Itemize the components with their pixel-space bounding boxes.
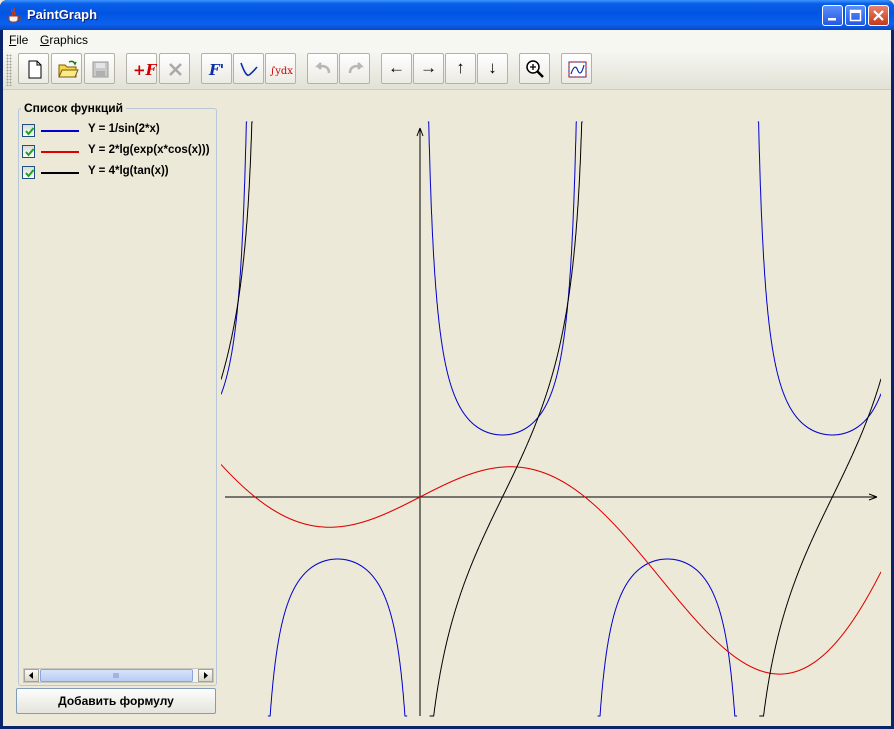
pan-up-button[interactable]: ↑ [445,53,476,84]
delete-x-icon [169,63,182,76]
integral-icon: ∫ydx [270,66,293,77]
function-list-title: Список функций [21,101,127,115]
arrow-right-icon: → [420,58,437,77]
arrow-left-icon [29,672,33,679]
check-icon [25,127,35,136]
redo-button[interactable] [339,53,370,84]
open-folder-icon [58,60,79,78]
maximize-icon [849,9,862,22]
new-file-button[interactable] [18,53,49,84]
function-checkbox[interactable] [22,166,35,179]
minimize-button[interactable] [822,5,843,26]
function-row[interactable]: Y = 2*lg(exp(x*cos(x))) [22,143,217,161]
menu-graphics[interactable]: Graphics [40,33,88,47]
scroll-left-button[interactable] [24,669,39,682]
add-formula-button[interactable]: Добавить формулу [16,688,216,714]
save-disk-icon [92,61,109,78]
horizontal-scrollbar[interactable] [23,668,214,683]
function-row[interactable]: Y = 1/sin(2*x) [22,122,217,140]
redo-arrow-icon [348,62,365,74]
function-curve-3 [221,121,881,717]
function-label: Y = 4*lg(tan(x)) [88,165,169,177]
function-color-swatch [41,130,79,132]
save-button[interactable] [84,53,115,84]
check-icon [25,169,35,178]
function-curve-1 [221,121,881,717]
derivative-button[interactable]: F' [201,53,232,84]
java-cup-icon [8,7,22,23]
function-checkbox[interactable] [22,145,35,158]
window-title: PaintGraph [27,7,98,22]
svg-text:∫ydx: ∫ydx [270,66,293,77]
app-window: PaintGraph File Graphics +F F' ∫ydx ← → … [0,0,894,729]
close-icon [873,10,884,21]
arrow-right-icon [204,672,208,679]
function-checkbox[interactable] [22,124,35,137]
derivative-icon: F' [208,61,224,79]
curve-icon [240,62,258,77]
function-curve-2 [221,464,881,675]
open-button[interactable] [51,53,82,84]
scroll-right-button[interactable] [198,669,213,682]
pan-left-button[interactable]: ← [381,53,412,84]
menu-bar: File Graphics [3,30,891,50]
title-bar[interactable]: PaintGraph [0,0,894,30]
function-list-panel [18,108,217,686]
menu-file[interactable]: File [9,33,28,47]
fit-graph-button[interactable] [561,53,592,84]
zoom-in-icon [526,60,544,78]
svg-text:F': F' [208,61,224,79]
add-function-icon: +F [133,61,158,79]
toolbar-grip[interactable] [6,54,12,86]
zoom-button[interactable] [519,53,550,84]
arrow-up-icon: ↑ [456,58,465,77]
undo-button[interactable] [307,53,338,84]
arrow-down-icon: ↓ [488,58,497,77]
arrow-left-icon: ← [388,58,405,77]
menu-file-rest: ile [16,33,29,47]
graph-canvas[interactable] [221,100,881,720]
maximize-button[interactable] [845,5,866,26]
check-icon [25,148,35,157]
function-color-swatch [41,172,79,174]
undo-arrow-icon [314,62,331,74]
integral-button[interactable]: ∫ydx [265,53,296,84]
add-function-button[interactable]: +F [126,53,158,84]
pan-down-button[interactable]: ↓ [477,53,508,84]
function-label: Y = 2*lg(exp(x*cos(x))) [88,144,210,156]
delete-function-button[interactable] [159,53,190,84]
grip-icon [113,673,119,678]
scroll-thumb[interactable] [40,669,193,682]
function-label: Y = 1/sin(2*x) [88,123,160,135]
menu-graphics-label: G [40,33,50,47]
fit-graph-icon [568,61,587,78]
function-row[interactable]: Y = 4*lg(tan(x)) [22,164,217,182]
close-button[interactable] [868,5,889,26]
new-file-icon [28,60,42,79]
svg-text:+F: +F [133,61,158,79]
toolbar: +F F' ∫ydx ← → ↑ ↓ [3,50,891,90]
pan-right-button[interactable]: → [413,53,444,84]
minimize-icon [828,18,836,21]
function-color-swatch [41,151,79,153]
menu-graphics-rest: raphics [49,33,89,47]
client-area: File Graphics +F F' ∫ydx ← → ↑ ↓ Список … [3,30,891,726]
extremum-button[interactable] [233,53,264,84]
